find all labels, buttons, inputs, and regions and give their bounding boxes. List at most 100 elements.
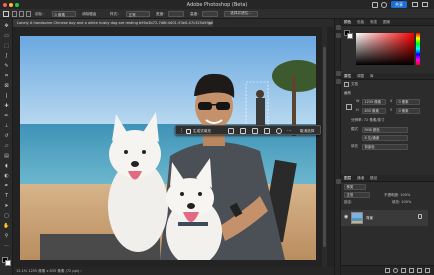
invert-selection-icon[interactable] <box>240 128 246 134</box>
document-icon <box>344 82 349 87</box>
new-layer-icon[interactable] <box>417 268 422 273</box>
subtract-selection-icon[interactable] <box>26 11 31 17</box>
add-mask-icon[interactable] <box>401 268 406 273</box>
fill-label: 填充 <box>351 144 358 148</box>
width-label: 宽度： <box>156 12 167 16</box>
canvas-x-input[interactable]: 0 像素 <box>396 98 420 105</box>
tab-strip <box>213 19 334 27</box>
hue-slider[interactable] <box>416 33 420 65</box>
history-brush-tool-icon[interactable]: ↺ <box>3 133 11 140</box>
options-bar: 羽化： 0 像素 消除锯齿 样式： 正常 宽度： 高度： 选择并遮住... <box>0 9 434 19</box>
marquee-tool-icon[interactable] <box>3 11 9 17</box>
share-button[interactable]: 共享 <box>391 1 407 8</box>
canvas-y-input[interactable]: 0 像素 <box>396 107 420 114</box>
select-and-mask-label: 选择并遮住... <box>230 11 252 15</box>
link-layers-icon[interactable] <box>385 268 390 273</box>
deselect-button[interactable]: 取消选择 <box>300 128 314 135</box>
opacity-label[interactable]: 不透明度: 100% <box>384 192 410 199</box>
photo-canvas[interactable] <box>20 36 316 260</box>
tools-panel: ✥ ▭ ⬚ ʃ ✎ ⌗ ⊠ ǀ ✚ ✏ ⊥ ↺ ▱ ▤ ◖ ◐ ✒ T ➤ ▢ ✋ ⚲ ··· <box>0 19 13 275</box>
generative-fill-icon[interactable] <box>186 128 191 134</box>
tab-gradients[interactable]: 渐变 <box>370 19 377 26</box>
style-select[interactable]: 正常 <box>126 11 150 17</box>
eraser-tool-icon[interactable]: ▱ <box>3 143 11 150</box>
add-style-icon[interactable] <box>393 268 398 273</box>
style-label: 样式： <box>110 12 121 16</box>
path-select-tool-icon[interactable]: ➤ <box>3 203 11 210</box>
tab-paths[interactable]: 路径 <box>370 175 377 182</box>
fill-selection-icon[interactable] <box>276 128 282 134</box>
width-input[interactable] <box>168 11 184 17</box>
frame-tool-icon[interactable]: ⊠ <box>3 83 11 90</box>
eyedropper-tool-icon[interactable]: ǀ <box>3 93 11 100</box>
rectangle-tool-icon[interactable]: ▢ <box>3 213 11 220</box>
orientation-icon[interactable] <box>346 104 352 110</box>
move-tool-icon[interactable]: ✥ <box>3 23 11 30</box>
drag-handle-icon[interactable]: ⋮ <box>179 128 184 134</box>
lasso-tool-icon[interactable]: ʃ <box>3 53 11 60</box>
tab-channels[interactable]: 通道 <box>357 175 364 182</box>
select-and-mask-button[interactable]: 选择并遮住... <box>224 11 258 17</box>
generative-fill-button[interactable]: 生成式填充 <box>193 128 211 135</box>
type-tool-icon[interactable]: T <box>3 193 11 200</box>
height-input[interactable] <box>202 11 218 17</box>
feather-label: 羽化： <box>35 12 46 16</box>
fill-select[interactable]: 背景色 <box>362 143 408 150</box>
x-prop-label: X <box>390 99 393 103</box>
layer-kind-filter[interactable]: 种类 <box>344 184 366 190</box>
dodge-tool-icon[interactable]: ◐ <box>3 173 11 180</box>
quick-select-tool-icon[interactable]: ✎ <box>3 63 11 70</box>
anti-alias-label[interactable]: 消除锯齿 <box>82 11 96 17</box>
zoom-tool-icon[interactable]: ⚲ <box>3 233 11 240</box>
document-tab[interactable]: Lonely A handsome Chinese boy and a whit… <box>13 19 213 27</box>
vertical-scrollbar[interactable] <box>322 27 327 267</box>
fill-percent-label[interactable]: 填充: 100% <box>392 199 411 206</box>
transform-selection-icon[interactable] <box>252 128 258 134</box>
canvas-width-input[interactable]: 1255 像素 <box>362 98 386 105</box>
new-selection-icon[interactable] <box>12 11 17 17</box>
crop-tool-icon[interactable]: ⌗ <box>3 73 11 80</box>
background-color-chip[interactable] <box>5 260 11 266</box>
blend-mode-select[interactable]: 正常 <box>344 192 370 198</box>
canvas-height-input[interactable]: 835 像素 <box>362 107 386 114</box>
mode-select[interactable]: RGB 颜色 <box>362 126 408 133</box>
tab-libraries[interactable]: 库 <box>370 73 374 80</box>
new-group-icon[interactable] <box>409 268 414 273</box>
artboard-tool-icon[interactable]: ▭ <box>3 33 11 40</box>
tab-layers[interactable]: 图层 <box>344 175 351 182</box>
tab-adjustments[interactable]: 调整 <box>357 73 364 80</box>
tab-color[interactable]: 颜色 <box>344 19 351 26</box>
background-color-swatch[interactable] <box>347 33 353 39</box>
tab-patterns[interactable]: 图案 <box>383 19 390 26</box>
hand-tool-icon[interactable]: ✋ <box>3 223 11 230</box>
y-prop-label: Y <box>390 108 393 112</box>
workspace-icon[interactable] <box>412 2 418 7</box>
panels-icon[interactable] <box>422 2 428 7</box>
tab-swatches[interactable]: 色板 <box>357 19 364 26</box>
mask-selection-icon[interactable] <box>264 128 270 134</box>
gradient-tool-icon[interactable]: ▤ <box>3 153 11 160</box>
more-tool-icon[interactable]: ··· <box>3 243 11 250</box>
pen-tool-icon[interactable]: ✒ <box>3 183 11 190</box>
tab-properties[interactable]: 属性 <box>344 73 351 80</box>
bit-depth-select[interactable]: 8 位/通道 <box>362 135 408 141</box>
search-icon[interactable] <box>372 1 378 8</box>
blur-tool-icon[interactable]: ◖ <box>3 163 11 170</box>
stamp-tool-icon[interactable]: ⊥ <box>3 123 11 130</box>
style-value: 正常 <box>128 13 136 17</box>
visibility-eye-icon[interactable]: ◉ <box>344 214 348 220</box>
status-bar: 15.1% 1255 像素 x 835 像素 (72 ppi) › <box>13 267 334 275</box>
scroll-thumb[interactable] <box>323 47 326 247</box>
help-icon[interactable] <box>381 1 387 8</box>
marquee-tool-icon[interactable]: ⬚ <box>3 43 11 50</box>
brush-tool-icon[interactable]: ✏ <box>3 113 11 120</box>
feather-input[interactable]: 0 像素 <box>52 11 76 17</box>
add-selection-icon[interactable] <box>19 11 24 17</box>
close-tab-icon[interactable]: × <box>208 21 211 26</box>
healing-tool-icon[interactable]: ✚ <box>3 103 11 110</box>
color-picker-field[interactable] <box>356 33 414 65</box>
resolution-label: 分辨率: 72 像素/英寸 <box>351 118 385 122</box>
modify-selection-icon[interactable] <box>228 128 234 134</box>
more-options-icon[interactable]: ··· <box>287 128 292 134</box>
delete-layer-icon[interactable] <box>425 268 430 273</box>
